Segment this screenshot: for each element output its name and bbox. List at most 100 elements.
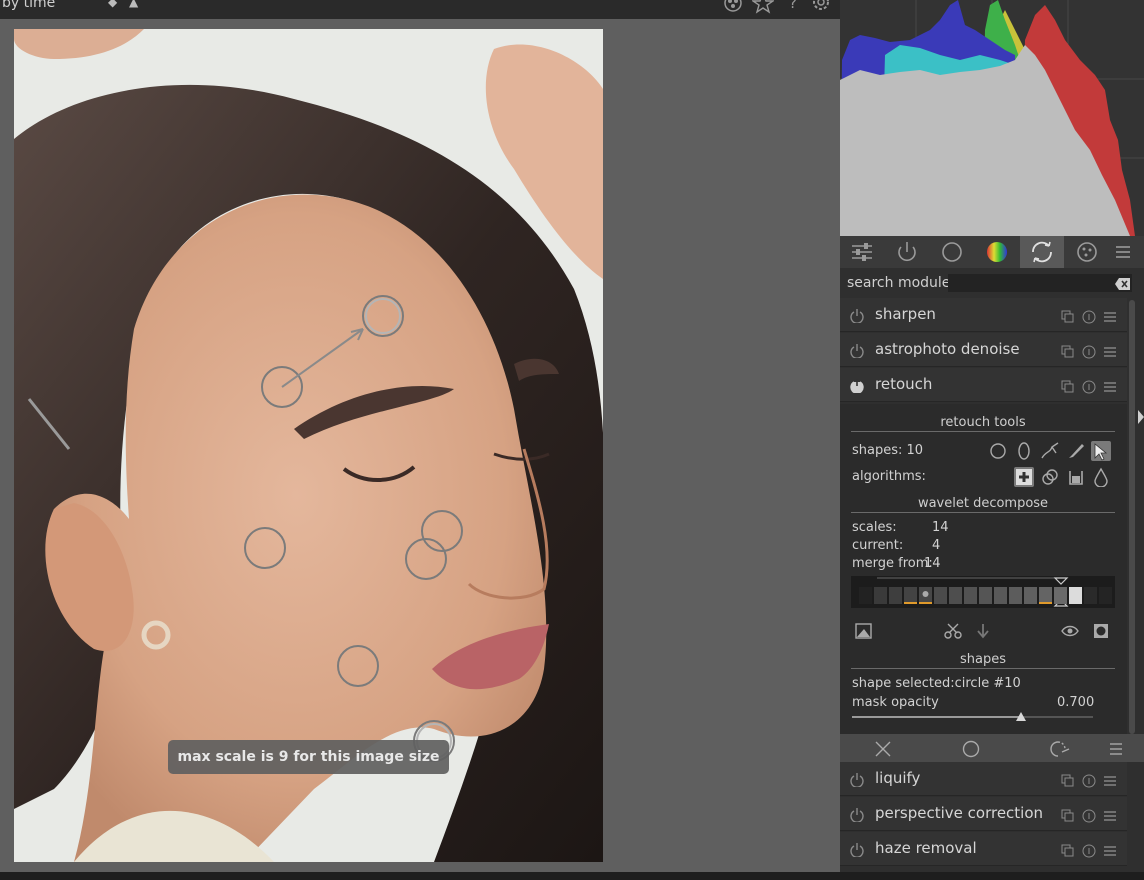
fill-algorithm-icon[interactable]	[1066, 467, 1086, 487]
scale-cell[interactable]	[1024, 587, 1037, 604]
presets-icon[interactable]	[1103, 344, 1117, 358]
module-sharpen[interactable]: sharpen	[840, 298, 1127, 332]
scale-warning-toast: max scale is 9 for this image size	[168, 740, 449, 774]
multi-instance-icon[interactable]	[1061, 344, 1075, 358]
merge-from-value: 14	[924, 556, 941, 571]
module-label: haze removal	[875, 839, 977, 857]
reset-icon[interactable]	[1082, 773, 1096, 788]
mask-opacity-slider[interactable]	[852, 712, 1093, 722]
power-on-icon[interactable]	[850, 378, 864, 397]
scale-cell-merge[interactable]	[1069, 587, 1082, 604]
mask-presets-icon[interactable]	[1108, 740, 1124, 758]
reset-icon[interactable]	[1082, 379, 1096, 394]
scale-cell[interactable]	[889, 587, 902, 604]
color-labels-icon[interactable]	[722, 0, 744, 12]
blend-mask-bar	[840, 734, 1144, 762]
show-shapes-icon[interactable]	[1091, 441, 1111, 461]
presets-icon[interactable]	[1103, 309, 1117, 323]
module-liquify[interactable]: liquify	[840, 762, 1127, 796]
paste-down-icon[interactable]	[973, 621, 993, 641]
scale-cell[interactable]	[1039, 587, 1052, 604]
power-icon[interactable]	[850, 842, 864, 861]
svg-text:?: ?	[789, 0, 797, 12]
scale-cell[interactable]	[994, 587, 1007, 604]
module-label: sharpen	[875, 305, 936, 323]
histogram[interactable]	[840, 0, 1144, 236]
shapes-header: shapes	[851, 652, 1115, 669]
scale-cell[interactable]	[1054, 587, 1067, 604]
wavelet-scale-selector[interactable]	[851, 576, 1115, 608]
sort-by-label[interactable]: by time	[2, 0, 55, 11]
presets-icon[interactable]	[1103, 773, 1117, 787]
module-astrophoto-denoise[interactable]: astrophoto denoise	[840, 333, 1127, 367]
edited-photo[interactable]	[14, 29, 603, 862]
scales-label: scales:	[852, 520, 897, 535]
presets-icon[interactable]	[1103, 808, 1117, 822]
clear-search-icon[interactable]	[1115, 276, 1131, 295]
reset-icon[interactable]	[1082, 843, 1096, 858]
scale-cell-current[interactable]	[919, 587, 932, 604]
path-shape-icon[interactable]	[1040, 441, 1060, 461]
ellipse-shape-icon[interactable]	[1014, 441, 1034, 461]
power-icon[interactable]	[850, 343, 864, 362]
scale-cell[interactable]	[1099, 587, 1112, 604]
color-modules-icon[interactable]	[975, 236, 1019, 268]
correct-modules-icon[interactable]	[1020, 236, 1064, 268]
scale-cell[interactable]	[1084, 587, 1097, 604]
reset-icon[interactable]	[1082, 808, 1096, 823]
scale-cell[interactable]	[949, 587, 962, 604]
panel-scrollbar[interactable]	[1129, 300, 1135, 734]
display-wavelet-scale-icon[interactable]	[854, 621, 874, 641]
help-icon[interactable]: ?	[784, 0, 806, 12]
active-modules-icon[interactable]	[885, 236, 929, 268]
collapse-panel-arrow[interactable]	[1138, 410, 1144, 424]
module-perspective-correction[interactable]: perspective correction	[840, 797, 1127, 831]
star-icon[interactable]	[750, 0, 776, 14]
blur-algorithm-icon[interactable]	[1091, 467, 1111, 488]
retouch-module-body: retouch tools shapes: 10 algorithms: wav…	[840, 404, 1127, 734]
search-module-input[interactable]	[948, 274, 1132, 292]
multi-instance-icon[interactable]	[1061, 808, 1075, 822]
merge-from-label: merge from:	[852, 556, 933, 571]
gear-icon[interactable]	[810, 0, 832, 12]
heal-algorithm-icon[interactable]	[1014, 467, 1034, 487]
quick-access-icon[interactable]	[840, 236, 884, 268]
presets-icon[interactable]	[1103, 379, 1117, 393]
multi-instance-icon[interactable]	[1061, 379, 1075, 393]
uniform-mask-icon[interactable]	[962, 740, 980, 758]
presets-menu-icon[interactable]	[1110, 236, 1144, 268]
scale-cell[interactable]	[874, 587, 887, 604]
module-retouch[interactable]: retouch	[840, 368, 1127, 402]
effect-modules-icon[interactable]	[1065, 236, 1109, 268]
presets-icon[interactable]	[1103, 843, 1117, 857]
reset-icon[interactable]	[1082, 344, 1096, 359]
eye-icon[interactable]	[1060, 621, 1080, 641]
sort-order-toggle[interactable]: ◆ ▲	[108, 0, 142, 9]
scale-cell[interactable]	[934, 587, 947, 604]
algorithms-label: algorithms:	[852, 469, 926, 484]
mask-opacity-handle[interactable]	[1015, 712, 1026, 721]
scale-cell[interactable]	[859, 587, 872, 604]
multi-instance-icon[interactable]	[1061, 843, 1075, 857]
scale-cell[interactable]	[979, 587, 992, 604]
base-modules-icon[interactable]	[930, 236, 974, 268]
drawn-mask-icon[interactable]	[1049, 740, 1071, 758]
mask-off-icon[interactable]	[874, 740, 892, 758]
circle-shape-icon[interactable]	[988, 441, 1008, 461]
cut-icon[interactable]	[943, 621, 963, 641]
multi-instance-icon[interactable]	[1061, 773, 1075, 787]
center-view[interactable]: max scale is 9 for this image size	[0, 19, 840, 872]
mask-display-icon[interactable]	[1091, 621, 1111, 641]
filmstrip-sort-bar: by time ◆ ▲ ?	[0, 0, 840, 19]
multi-instance-icon[interactable]	[1061, 309, 1075, 323]
scale-cell[interactable]	[964, 587, 977, 604]
clone-algorithm-icon[interactable]	[1040, 467, 1060, 487]
scale-cell[interactable]	[904, 587, 917, 604]
power-icon[interactable]	[850, 772, 864, 791]
module-haze-removal[interactable]: haze removal	[840, 832, 1127, 866]
reset-icon[interactable]	[1082, 309, 1096, 324]
power-icon[interactable]	[850, 807, 864, 826]
scale-cell[interactable]	[1009, 587, 1022, 604]
brush-shape-icon[interactable]	[1066, 441, 1086, 461]
power-icon[interactable]	[850, 308, 864, 327]
